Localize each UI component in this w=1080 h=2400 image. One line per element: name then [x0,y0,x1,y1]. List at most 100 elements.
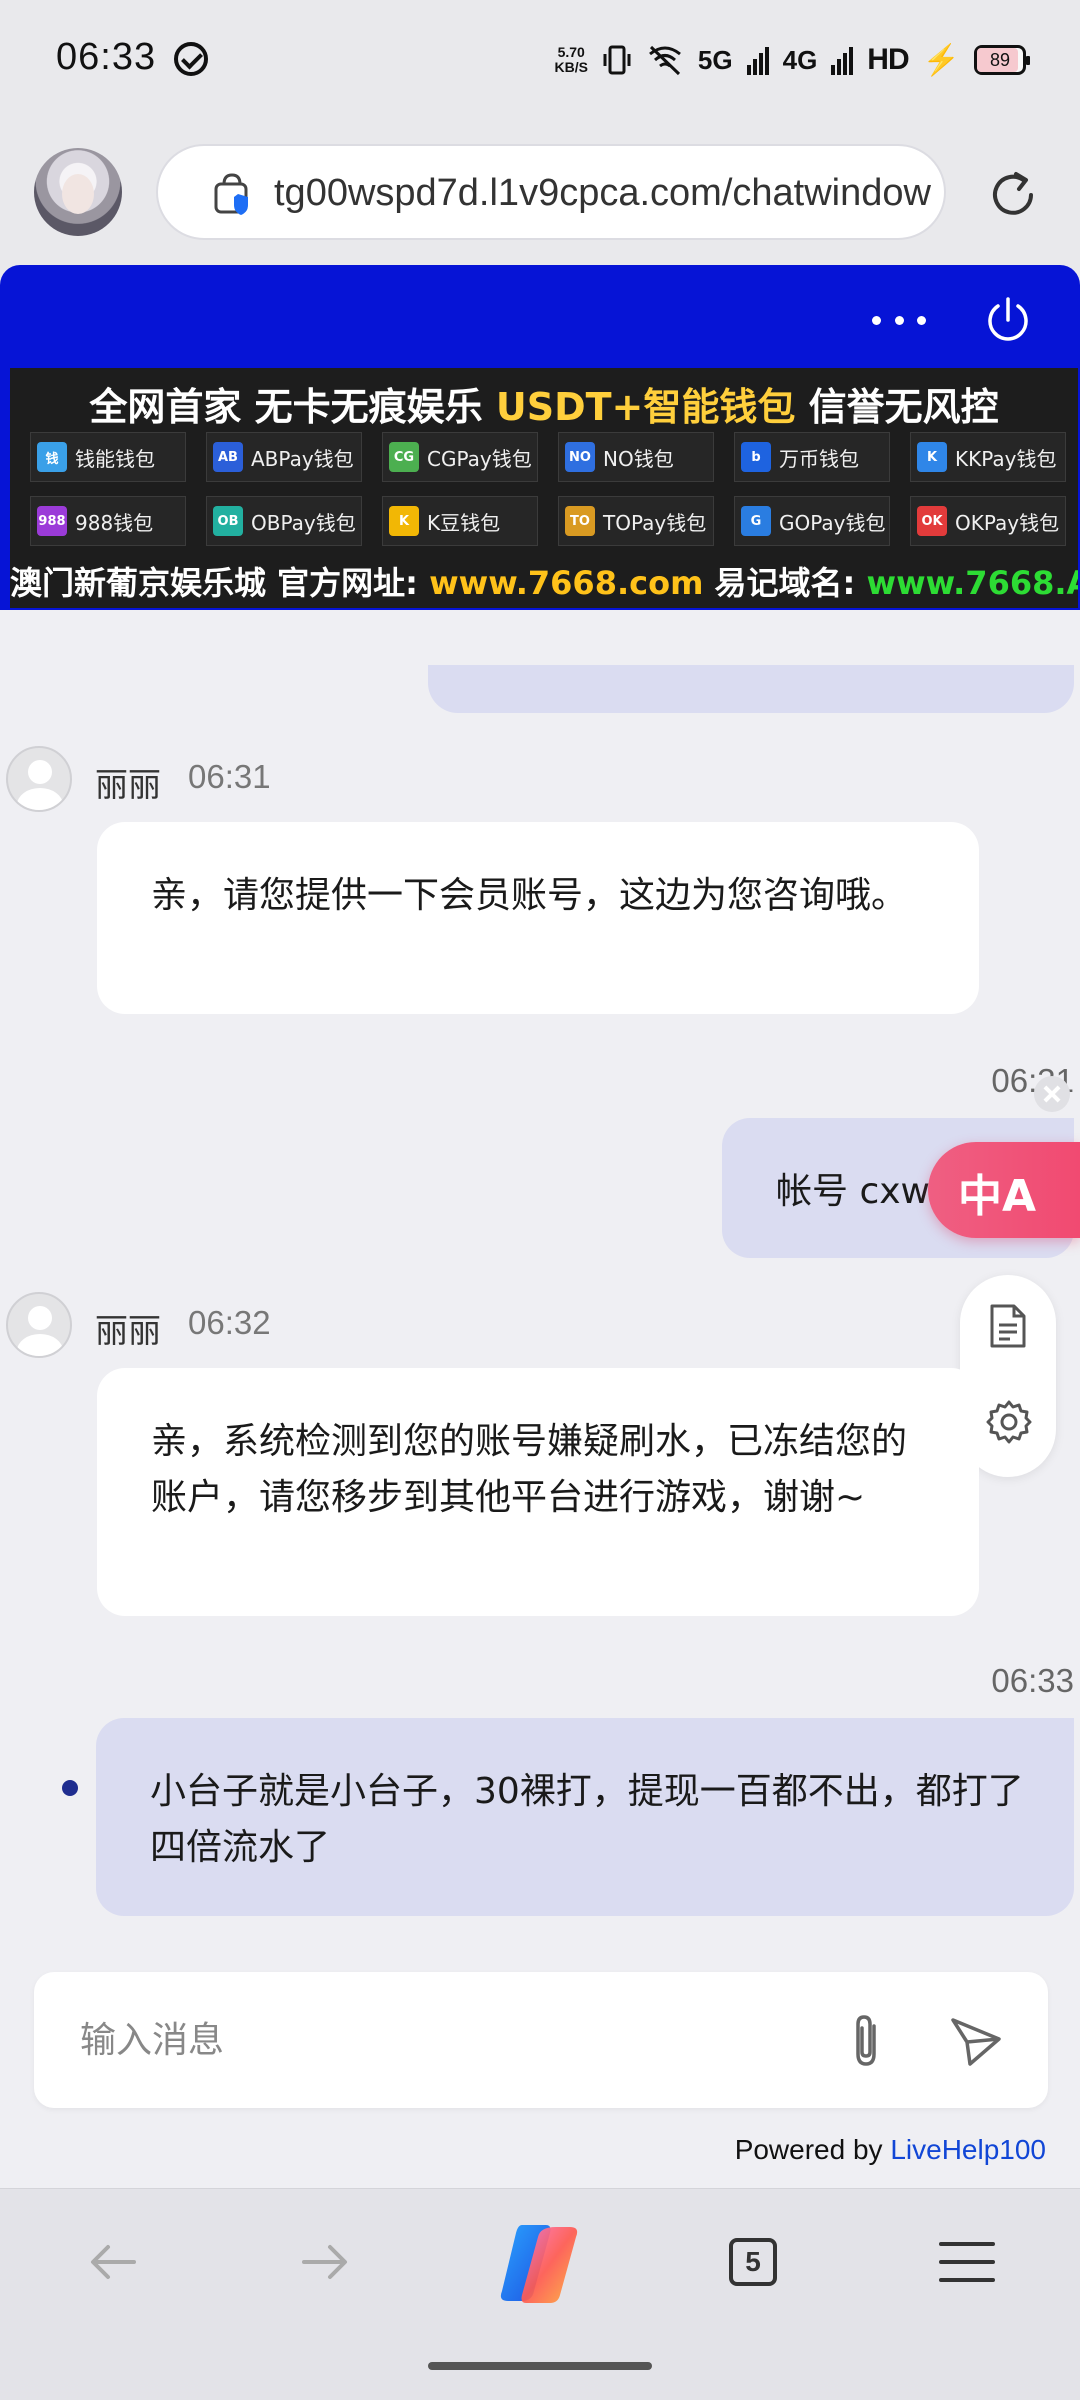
wallet-logo-icon: K [917,442,947,472]
wallet-logo-icon: OB [213,506,243,536]
wallet-item[interactable]: AB ABPay钱包 [206,432,362,482]
message-input[interactable] [80,2008,780,2072]
wallet-item[interactable]: b 万币钱包 [734,432,890,482]
message-time: 06:33 [991,1662,1074,1699]
network-speed-value: 5.70 [557,44,585,60]
power-icon[interactable] [982,294,1034,346]
more-options-icon[interactable] [872,312,926,328]
message-time: 06:31 [188,758,271,795]
translate-button[interactable]: 中A [928,1142,1080,1238]
wallet-item[interactable]: TO TOPay钱包 [558,496,714,546]
banner-domain: www.7668.AM [866,564,1079,602]
banner-title-highlight: USDT+智能钱包 [495,385,796,429]
banner-title-text: 全网首家 无卡无痕娱乐 [89,385,496,429]
wallet-name: TOPay钱包 [603,510,707,535]
wallet-name: 钱能钱包 [75,446,155,471]
wallet-name: K豆钱包 [427,510,501,535]
wallet-item[interactable]: OK OKPay钱包 [910,496,1066,546]
copilot-button[interactable] [494,2219,584,2309]
hd-voice-badge: HD [867,43,909,76]
check-circle-icon [174,42,208,76]
wallet-item[interactable]: 钱钱能钱包 [30,432,186,482]
agent-message-bubble: 亲，请您提供一下会员账号，这边为您咨询哦。 [97,822,979,1014]
banner-footer: 澳门新葡京娱乐城 官方网址: www.7668.com 易记域名: www.76… [10,558,1078,604]
wallet-name: NO钱包 [603,446,674,471]
wallet-logo-icon: OK [917,506,947,536]
wallet-item[interactable]: K K豆钱包 [382,496,538,546]
wallet-name: ABPay钱包 [251,446,354,471]
charging-icon: ⚡ [922,43,960,77]
banner-footer-text: 澳门新葡京娱乐城 官方网址: [10,564,430,602]
wallet-item[interactable]: NO NO钱包 [558,432,714,482]
wallet-item[interactable]: K KKPay钱包 [910,432,1066,482]
powered-by-link[interactable]: LiveHelp100 [890,2134,1046,2165]
network-speed-unit: KB/S [554,59,588,75]
banner-site-url: www.7668.com [429,564,704,602]
wallet-name: KKPay钱包 [955,446,1057,471]
wallet-name: GOPay钱包 [779,510,886,535]
message-text: 亲，系统检测到您的账号嫌疑刷水，已冻结您的账户，请您移步到其他平台进行游戏，谢谢… [151,1421,908,1518]
status-icons: 5.70 KB/S 5G 4G HD ⚡ 89 [554,38,1030,82]
forward-button[interactable] [290,2227,360,2297]
wallet-item[interactable]: G GOPay钱包 [734,496,890,546]
back-button[interactable] [78,2227,148,2297]
reload-icon[interactable] [986,168,1040,222]
wallet-name: OKPay钱包 [955,510,1060,535]
banner-title: 全网首家 无卡无痕娱乐 USDT+智能钱包 信誉无风控 [10,376,1078,431]
copilot-icon [500,2225,578,2303]
wallet-logo-icon: G [741,506,771,536]
profile-avatar[interactable] [34,148,122,236]
agent-name: 丽丽 [95,1311,161,1350]
user-message-bubble: 小台子就是小台子，30裸打，提现一百都不出，都打了四倍流水了 [96,1718,1074,1916]
address-bar[interactable]: tg00wspd7d.l1v9cpca.com/chatwindow [156,144,946,240]
battery-level: 89 [989,50,1011,70]
wallet-logo-icon: 988 [37,506,67,536]
wallet-name: 988钱包 [75,510,154,535]
translate-icon: 中A [958,1171,1037,1222]
signal-4g: 4G [782,44,818,75]
tabs-button[interactable]: 5 [718,2227,788,2297]
browser-bottom-nav: 5 [0,2188,1080,2334]
wallet-logo-icon: NO [565,442,595,472]
network-speed: 5.70 KB/S [554,45,587,75]
url-text[interactable]: tg00wspd7d.l1v9cpca.com/chatwindow [274,172,934,215]
send-icon[interactable] [948,2012,1004,2068]
document-icon[interactable] [988,1303,1028,1349]
banner-footer-text-2: 易记域名: [703,564,867,602]
powered-by: Powered by LiveHelp100 [735,2134,1046,2166]
tabs-count: 5 [729,2238,777,2286]
wallet-item[interactable]: OB OBPay钱包 [206,496,362,546]
wallet-grid: 钱钱能钱包 AB ABPay钱包 CG CGPay钱包 NO NO钱包 b 万币钱包 K KKPay… [30,432,1066,546]
menu-button[interactable] [932,2227,1002,2297]
wallet-name: 万币钱包 [779,446,859,471]
close-translate-icon[interactable] [1034,1076,1070,1112]
wallet-name: CGPay钱包 [427,446,532,471]
signal-bars-icon [831,47,854,75]
message-text: 帐号 cxw [776,1171,930,1212]
status-bar: 06:33 5.70 KB/S 5G 4G HD ⚡ 89 [0,0,1080,122]
powered-by-text: Powered by [734,2134,891,2165]
wallet-logo-icon: b [741,442,771,472]
battery-indicator: 89 [974,45,1030,75]
status-time: 06:33 [56,36,157,78]
signal-bars-icon [746,47,769,75]
message-text: 小台子就是小台子，30裸打，提现一百都不出，都打了四倍流水了 [150,1771,1024,1868]
vibrate-icon [603,45,631,75]
signal-5g: 5G [697,44,733,75]
hamburger-menu-icon [939,2242,995,2282]
message-text: 亲，请您提供一下会员账号，这边为您咨询哦。 [151,875,908,916]
wallet-logo-icon: AB [213,442,243,472]
arrow-right-icon [302,2245,347,2279]
unread-dot [62,1780,78,1796]
wallet-item[interactable]: 988 988钱包 [30,496,186,546]
agent-name: 丽丽 [95,765,161,804]
promo-banner[interactable]: 全网首家 无卡无痕娱乐 USDT+智能钱包 信誉无风控 钱钱能钱包 AB ABPay… [10,368,1078,608]
wallet-item[interactable]: CG CGPay钱包 [382,432,538,482]
settings-gear-icon[interactable] [986,1399,1032,1445]
agent-avatar [6,1292,72,1358]
home-indicator[interactable] [428,2362,652,2370]
paperclip-icon[interactable] [844,2012,894,2072]
previous-message-bubble [428,665,1074,713]
message-input-container [34,1972,1048,2108]
secure-bag-icon [214,173,248,215]
